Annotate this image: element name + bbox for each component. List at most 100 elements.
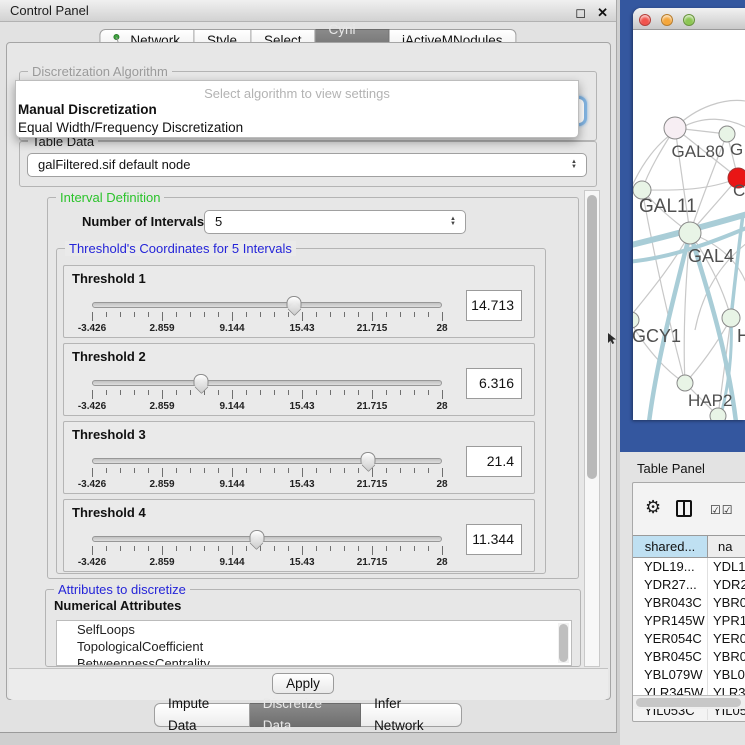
node-table: ⚙ ☑☑ shared... na YDL19...YDL19...YDR27.… — [632, 482, 745, 722]
network-node[interactable] — [664, 117, 686, 139]
name-cell[interactable]: YER054C — [708, 630, 745, 648]
threshold-slider: -3.4262.8599.14415.4321.71528 — [92, 374, 442, 416]
threshold-value-field[interactable]: 6.316 — [466, 368, 522, 399]
attributes-list-scrollbar[interactable] — [558, 623, 569, 663]
network-view-window: GAL80GCGAL11GAL4GCY1HHAP2 — [633, 8, 745, 420]
slider-track[interactable] — [92, 380, 442, 386]
table-row[interactable]: YPR145WYPR145W — [633, 612, 745, 630]
network-node[interactable] — [677, 375, 693, 391]
node-label: G — [730, 140, 743, 159]
table-panel: Table Panel ⚙ ☑☑ shared... na YDL19...YD… — [620, 452, 745, 745]
number-of-intervals-combobox[interactable]: 5 ▲▼ — [204, 210, 466, 234]
table-row[interactable]: YBL079WYBL079W — [633, 666, 745, 684]
slider-thumb[interactable] — [360, 452, 375, 464]
node-label: GAL11 — [639, 196, 697, 217]
network-window-titlebar[interactable] — [633, 8, 745, 30]
slider-track[interactable] — [92, 536, 442, 542]
threshold-value-field[interactable]: 21.4 — [466, 446, 522, 477]
cyni-bottom-tab-strip: Impute DataDiscretize DataInfer Network — [154, 703, 462, 727]
slider-thumb[interactable] — [286, 296, 301, 308]
attributes-groupbox: Attributes to discretize Numerical Attri… — [45, 589, 581, 667]
slider-scale-labels: -3.4262.8599.14415.4321.71528 — [92, 479, 442, 491]
column-header-name[interactable]: na — [708, 536, 745, 557]
apply-button[interactable]: Apply — [272, 673, 334, 694]
close-window-icon[interactable]: ✕ — [597, 2, 608, 23]
shared-name-cell[interactable]: YDL19... — [633, 558, 708, 576]
shared-name-cell[interactable]: YER054C — [633, 630, 708, 648]
slider-track[interactable] — [92, 302, 442, 308]
table-data-combobox[interactable]: galFiltered.sif default node ▲▼ — [27, 153, 587, 177]
network-node[interactable] — [679, 222, 701, 244]
tab-label: Infer Network — [374, 693, 448, 737]
table-header-row[interactable]: shared... na — [633, 535, 745, 558]
table-row[interactable]: YER054CYER054C — [633, 630, 745, 648]
slider-scale-labels: -3.4262.8599.14415.4321.71528 — [92, 401, 442, 413]
zoom-traffic-light[interactable] — [683, 14, 695, 26]
algorithm-group-title: Discretization Algorithm — [28, 64, 172, 79]
thresholds-groupbox: Threshold's Coordinates for 5 Intervals … — [56, 248, 546, 574]
window-title: Control Panel — [10, 3, 89, 18]
shared-name-cell[interactable]: YDR27... — [633, 576, 708, 594]
tab-discretize-data[interactable]: Discretize Data — [250, 703, 361, 727]
gear-icon[interactable]: ⚙ — [645, 497, 661, 518]
select-columns-icon[interactable]: ☑☑ — [710, 503, 734, 517]
thresholds-group-title: Threshold's Coordinates for 5 Intervals — [65, 241, 296, 256]
shared-name-cell[interactable]: YBL079W — [633, 666, 708, 684]
shared-name-cell[interactable]: YBR045C — [633, 648, 708, 666]
table-row[interactable]: YDR27...YDR27... — [633, 576, 745, 594]
name-cell[interactable]: YBR045C — [708, 648, 745, 666]
tab-impute-data[interactable]: Impute Data — [154, 703, 250, 727]
slider-ticks — [92, 468, 442, 478]
split-view-icon[interactable] — [676, 500, 692, 517]
attribute-item[interactable]: SelfLoops — [57, 621, 571, 638]
tab-infer-network[interactable]: Infer Network — [361, 703, 462, 727]
algorithm-option-equal-width-frequency-discretization[interactable]: Equal Width/Frequency Discretization — [16, 119, 578, 137]
name-cell[interactable]: YBL079W — [708, 666, 745, 684]
name-cell[interactable]: YDL19... — [708, 558, 745, 576]
combo-spinner-icon: ▲▼ — [450, 217, 456, 227]
shared-name-cell[interactable]: YBR043C — [633, 594, 708, 612]
threshold-value-field[interactable]: 11.344 — [466, 524, 522, 555]
threshold-slider: -3.4262.8599.14415.4321.71528 — [92, 452, 442, 494]
settings-vertical-scrollbar[interactable] — [584, 190, 600, 667]
table-row[interactable]: YBR045CYBR045C — [633, 648, 745, 666]
threshold-row: Threshold 1-3.4262.8599.14415.4321.71528… — [63, 265, 535, 338]
algorithm-option-manual-discretization[interactable]: Manual Discretization — [16, 101, 578, 119]
numerical-attributes-label: Numerical Attributes — [54, 598, 181, 613]
name-cell[interactable]: YBR043C — [708, 594, 745, 612]
threshold-value-field[interactable]: 14.713 — [466, 290, 522, 321]
control-panel-window: Control Panel ◻ ✕ NetworkStyleSelectCyni… — [0, 0, 617, 733]
number-of-intervals-label: Number of Intervals — [82, 214, 204, 229]
name-cell[interactable]: YPR145W — [708, 612, 745, 630]
slider-thumb[interactable] — [193, 374, 208, 386]
shared-name-cell[interactable]: YPR145W — [633, 612, 708, 630]
control-panel-titlebar[interactable]: Control Panel ◻ ✕ — [0, 0, 616, 22]
table-row[interactable]: YBR043CYBR043C — [633, 594, 745, 612]
numerical-attributes-list[interactable]: SelfLoopsTopologicalCoefficientBetweenne… — [56, 620, 572, 666]
attributes-group-title: Attributes to discretize — [54, 582, 190, 597]
network-canvas[interactable]: GAL80GCGAL11GAL4GCY1HHAP2 — [633, 30, 745, 420]
close-traffic-light[interactable] — [639, 14, 651, 26]
node-label: H — [737, 326, 745, 346]
table-row[interactable]: YDL19...YDL19... — [633, 558, 745, 576]
name-cell[interactable]: YDR27... — [708, 576, 745, 594]
algorithm-popup-hint: Select algorithm to view settings — [16, 81, 578, 101]
float-window-icon[interactable]: ◻ — [575, 2, 586, 23]
number-of-intervals-value: 5 — [215, 214, 222, 229]
attribute-item[interactable]: BetweennessCentrality — [57, 655, 571, 666]
column-header-shared-name[interactable]: shared... — [633, 536, 708, 557]
threshold-row: Threshold 4-3.4262.8599.14415.4321.71528… — [63, 499, 535, 572]
slider-track[interactable] — [92, 458, 442, 464]
network-edge[interactable] — [642, 178, 738, 190]
slider-ticks — [92, 546, 442, 556]
network-window-frame: GAL80GCGAL11GAL4GCY1HHAP2 — [620, 0, 745, 452]
node-label: GAL80 — [672, 142, 725, 161]
network-edge-highlighted[interactable] — [731, 214, 743, 318]
slider-thumb[interactable] — [249, 530, 264, 542]
table-horizontal-scrollbar[interactable] — [633, 695, 745, 709]
network-node[interactable] — [722, 309, 740, 327]
minimize-traffic-light[interactable] — [661, 14, 673, 26]
algorithm-dropdown-popup: Select algorithm to view settings Manual… — [15, 80, 579, 138]
table-toolbar: ⚙ ☑☑ — [633, 483, 745, 535]
attribute-item[interactable]: TopologicalCoefficient — [57, 638, 571, 655]
